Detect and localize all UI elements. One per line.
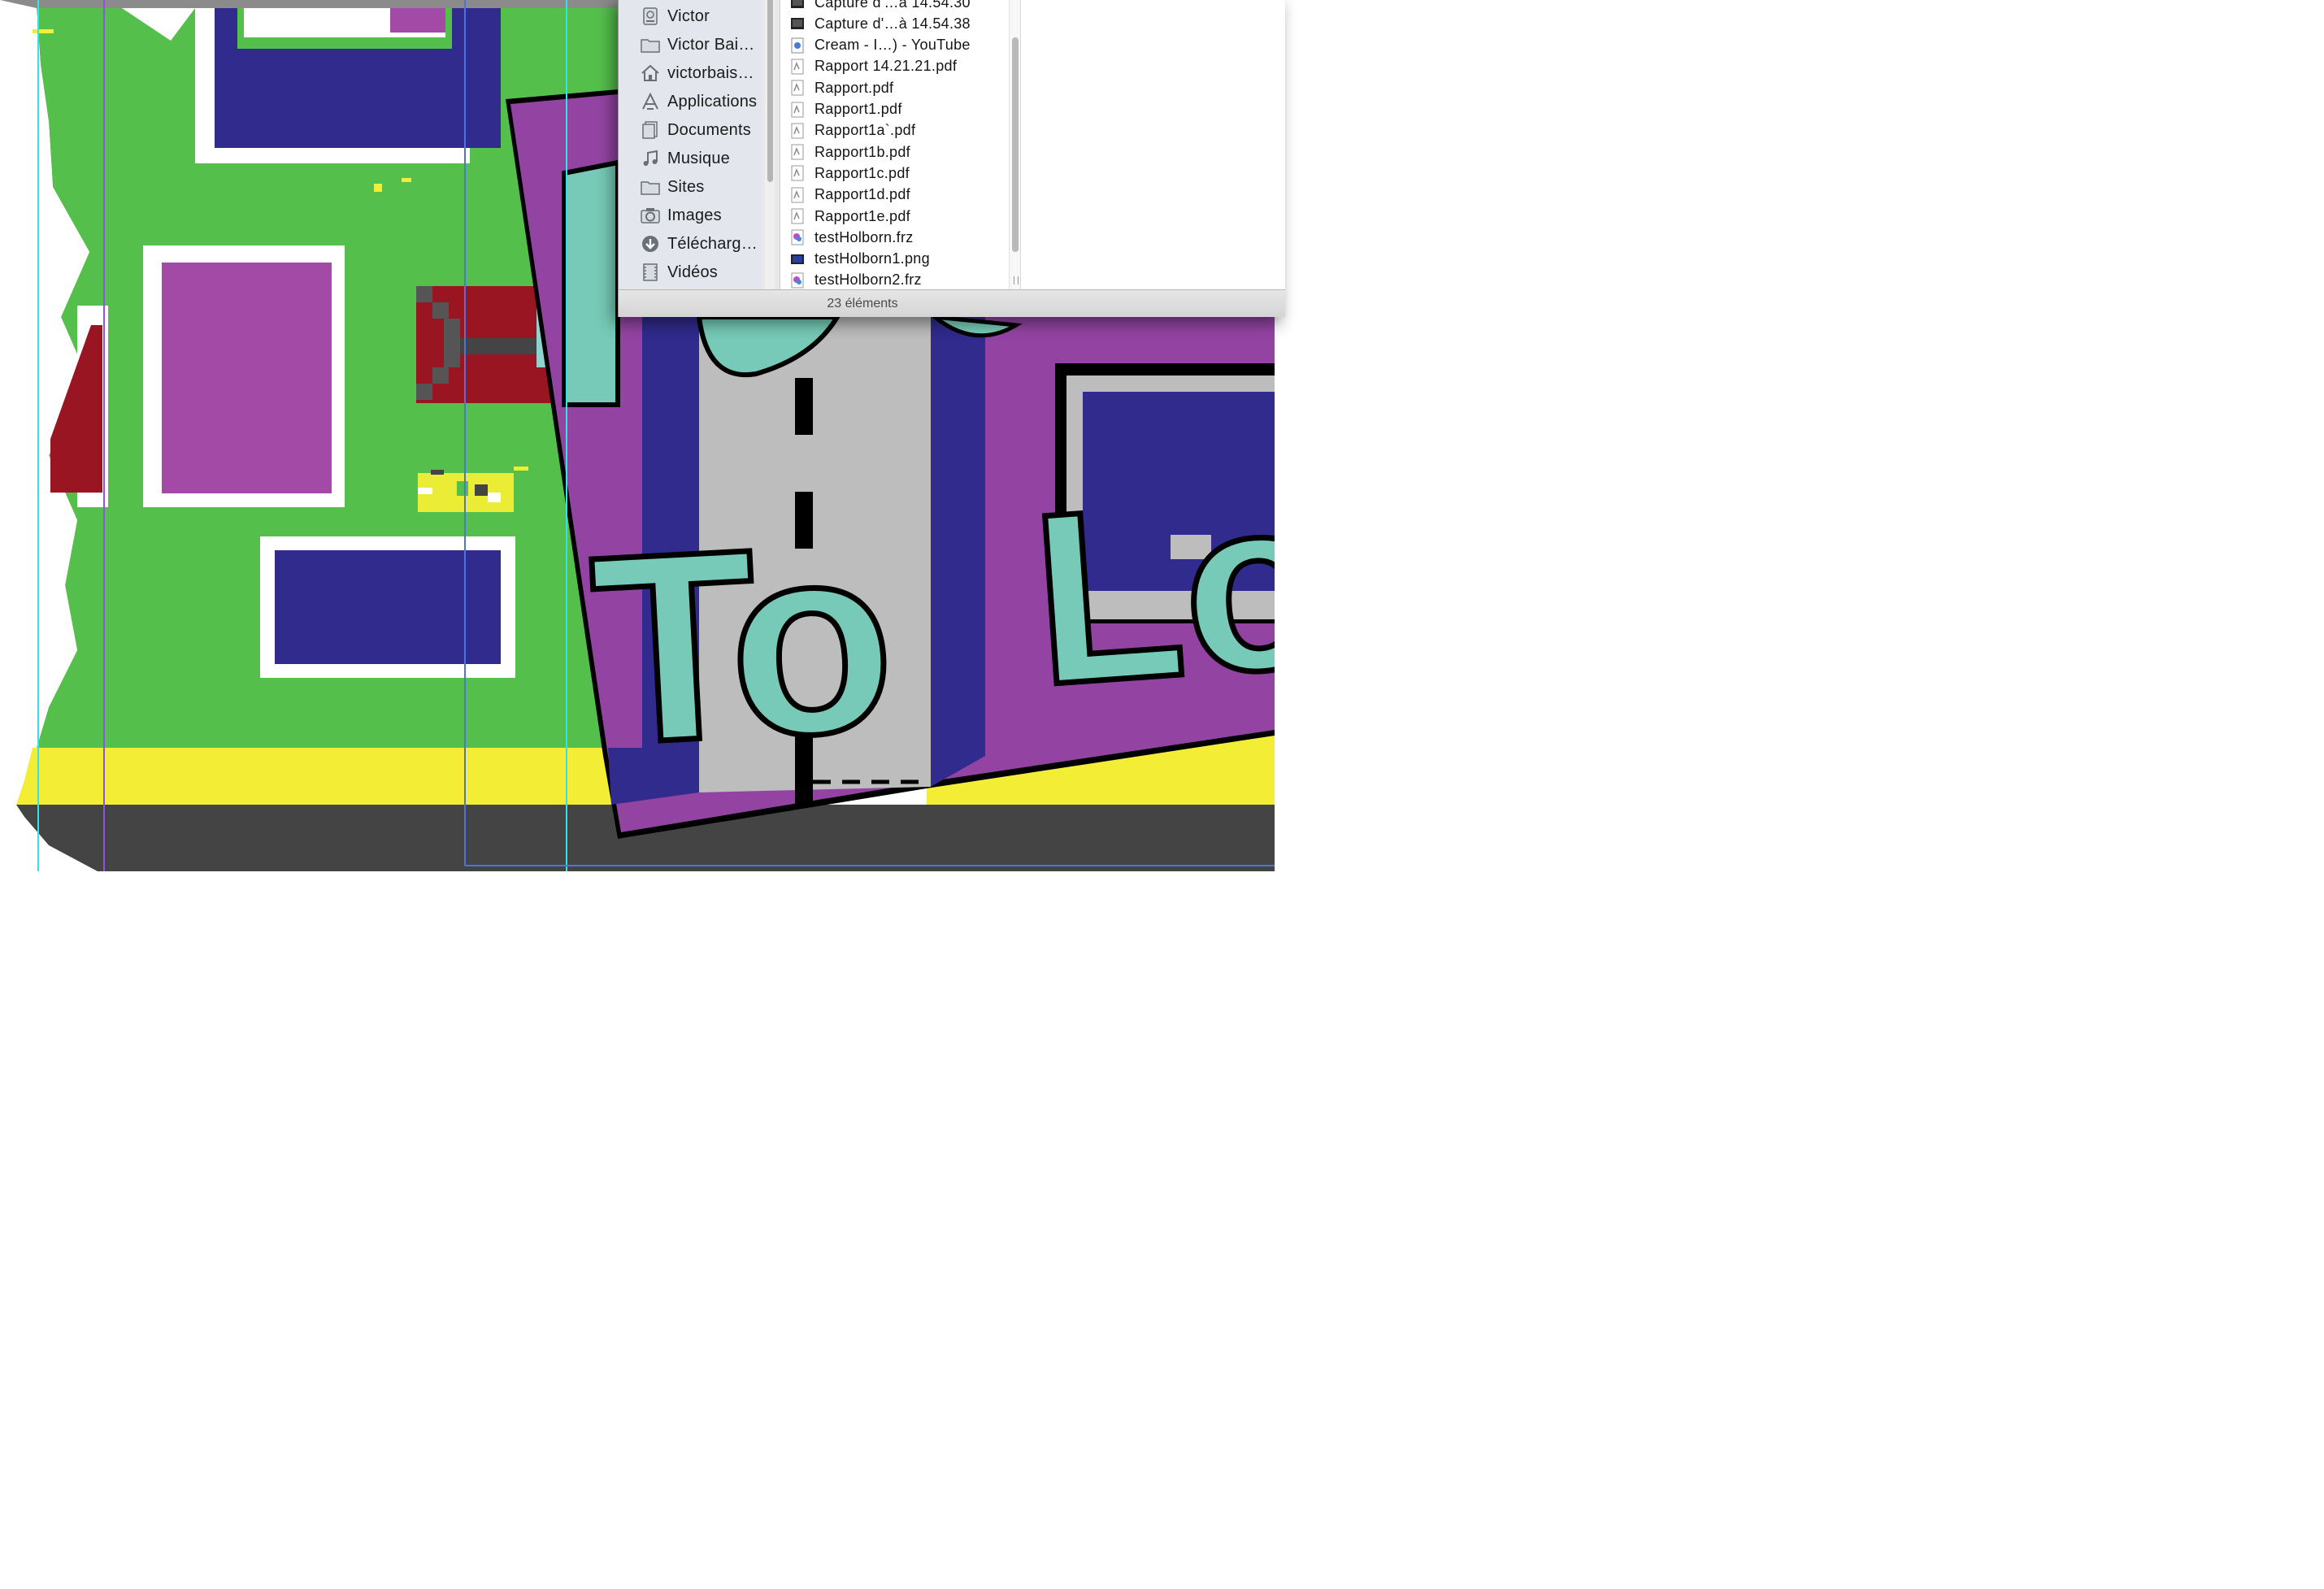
folder-icon	[640, 35, 661, 54]
file-name: Capture d'…à 14.54.38	[814, 15, 971, 32]
sidebar-item-6[interactable]: Sites	[619, 174, 762, 200]
sidebar-item-label: Sites	[667, 177, 705, 196]
file-list-item[interactable]: testHolborn.frz	[780, 227, 1016, 248]
file-name: Cream - I…) - YouTube	[814, 37, 971, 54]
file-list-item[interactable]: Capture d'…à 14.54.30	[780, 0, 1016, 13]
file-name: Rapport1.pdf	[814, 101, 902, 117]
file-list-item[interactable]: Rapport1b.pdf	[780, 141, 1016, 163]
sidebar-item-label: Victor	[667, 7, 710, 25]
film-icon	[640, 263, 661, 282]
pdf-icon	[790, 123, 805, 139]
file-list-scroll-thumb[interactable]	[1012, 37, 1019, 252]
finder-window[interactable]: Victor Victor Bai… victorbais… Applications…	[618, 0, 1285, 317]
ruler-strip	[0, 0, 618, 8]
pdf-icon	[790, 165, 805, 181]
music-icon	[640, 149, 661, 168]
file-list-item[interactable]: Rapport1c.pdf	[780, 163, 1016, 184]
screenshot-icon	[790, 0, 805, 11]
camera-icon	[640, 206, 661, 225]
sidebar-item-5[interactable]: Musique	[619, 145, 762, 171]
screenshot-icon	[790, 15, 805, 32]
file-list-item[interactable]: Capture d'…à 14.54.38	[780, 13, 1016, 34]
sidebar-item-label: victorbais…	[667, 63, 754, 82]
sidebar-item-label: Images	[667, 206, 722, 224]
file-name: Capture d'…à 14.54.30	[814, 0, 971, 11]
file-list: Capture d'…à 14.54.30 Capture d'…à 14.54.…	[780, 0, 1016, 289]
preview-column	[1020, 0, 1285, 289]
finder-sidebar: Victor Victor Bai… victorbais… Applications…	[619, 0, 762, 289]
documents-icon	[640, 120, 661, 140]
image-file-icon	[790, 251, 805, 267]
file-name: Rapport1c.pdf	[814, 164, 910, 181]
file-list-item[interactable]: Rapport 14.21.21.pdf	[780, 56, 1016, 77]
home-icon	[640, 63, 661, 83]
sidebar-item-label: Musique	[667, 149, 730, 167]
file-name: Rapport 14.21.21.pdf	[814, 58, 958, 75]
pdf-icon	[790, 80, 805, 96]
finder-status-bar: 23 éléments	[619, 289, 1285, 317]
hard-drive-icon	[640, 7, 661, 26]
file-list-item[interactable]: Rapport1e.pdf	[780, 206, 1016, 227]
file-list-item[interactable]: Cream - I…) - YouTube	[780, 35, 1016, 56]
file-list-item[interactable]: Rapport1a`.pdf	[780, 120, 1016, 141]
file-name: testHolborn2.frz	[814, 271, 922, 289]
sidebar-item-label: Victor Bai…	[667, 35, 755, 54]
sidebar-item-label: Vidéos	[667, 263, 718, 281]
sidebar-item-label: Télécharg…	[667, 234, 758, 253]
pdf-icon	[790, 102, 805, 118]
frz-document-icon	[790, 229, 805, 245]
file-name: testHolborn1.png	[814, 250, 930, 267]
sidebar-item-7[interactable]: Images	[619, 202, 762, 228]
file-list-item[interactable]: Rapport.pdf	[780, 77, 1016, 98]
file-list-item[interactable]: Rapport1d.pdf	[780, 185, 1016, 206]
pdf-icon	[790, 187, 805, 203]
sidebar-item-label: Documents	[667, 120, 751, 139]
file-name: Rapport1a`.pdf	[814, 122, 916, 139]
pdf-icon	[790, 144, 805, 160]
sidebar-item-2[interactable]: victorbais…	[619, 60, 762, 86]
folder-icon	[640, 177, 661, 197]
file-name: Rapport1d.pdf	[814, 186, 910, 203]
pdf-icon	[790, 208, 805, 224]
frz-document-icon	[790, 272, 805, 289]
sidebar-item-0[interactable]: Victor	[619, 3, 762, 29]
sidebar-item-label: Applications	[667, 92, 758, 111]
download-icon	[640, 234, 661, 254]
sidebar-scroll-thumb[interactable]	[767, 0, 773, 182]
pdf-icon	[790, 59, 805, 75]
poster-word-to: To	[585, 486, 892, 801]
sidebar-item-8[interactable]: Télécharg…	[619, 231, 762, 257]
web-shortcut-icon	[790, 37, 805, 54]
sidebar-item-1[interactable]: Victor Bai…	[619, 32, 762, 58]
file-name: Rapport.pdf	[814, 79, 894, 96]
yellow-band	[16, 748, 618, 805]
item-count-status: 23 éléments	[827, 297, 898, 310]
file-name: Rapport1e.pdf	[814, 207, 910, 224]
file-name: Rapport1b.pdf	[814, 143, 910, 160]
sidebar-item-3[interactable]: Applications	[619, 89, 762, 115]
applications-icon	[640, 92, 661, 111]
column-resize-handle[interactable]	[1014, 276, 1019, 284]
file-list-item[interactable]: testHolborn2.frz	[780, 270, 1016, 289]
file-list-item[interactable]: Rapport1.pdf	[780, 99, 1016, 120]
file-name: testHolborn.frz	[814, 228, 914, 245]
sidebar-item-9[interactable]: Vidéos	[619, 259, 762, 285]
sidebar-item-4[interactable]: Documents	[619, 117, 762, 143]
poster-word-lo: Lo	[1025, 443, 1275, 736]
file-list-item[interactable]: testHolborn1.png	[780, 249, 1016, 270]
